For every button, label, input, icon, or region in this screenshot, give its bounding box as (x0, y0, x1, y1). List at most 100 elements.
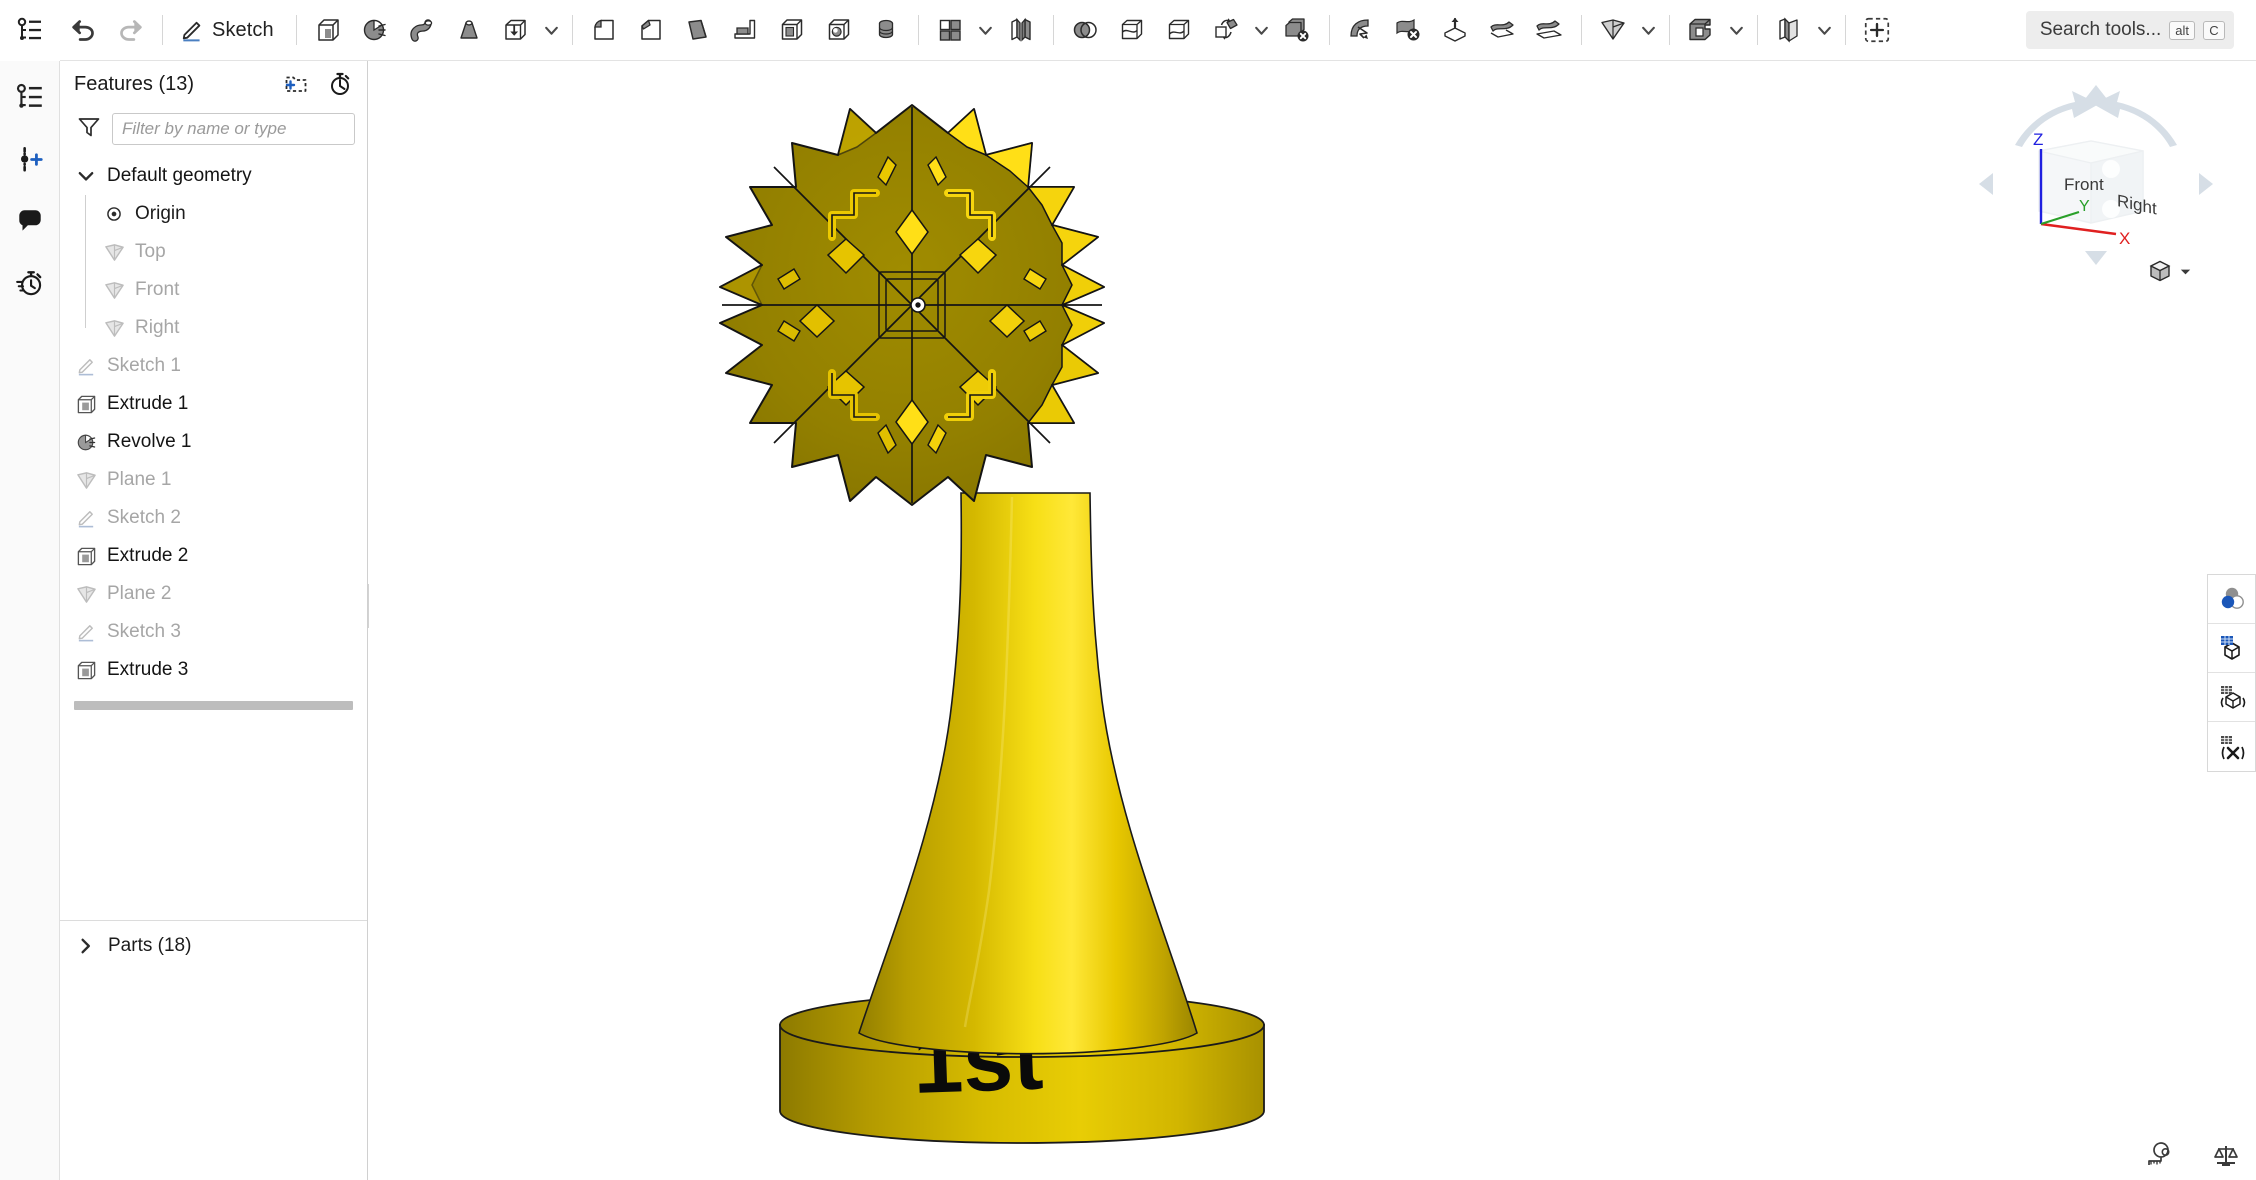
appearance-button[interactable] (2208, 575, 2255, 624)
derived-dropdown-caret[interactable] (1725, 6, 1749, 55)
tree-label-sketch-3: Sketch 3 (107, 621, 181, 642)
tree-item-extrude-3[interactable]: Extrude 3 (60, 651, 367, 689)
sheet-delete-tool-button[interactable] (1385, 6, 1432, 55)
mirror-tool-button[interactable] (998, 6, 1045, 55)
right-tool-strip (2207, 574, 2256, 772)
tree-item-right-plane[interactable]: Right (60, 309, 367, 347)
measure-button[interactable] (2140, 1138, 2180, 1174)
sheet-bend-tool-button[interactable] (1479, 6, 1526, 55)
tree-label-top: Top (135, 241, 166, 262)
search-shortcut-modifier: alt (2169, 20, 2195, 40)
tree-label-sketch-2: Sketch 2 (107, 507, 181, 528)
redo-button[interactable] (107, 6, 154, 55)
sheet-join-tool-button[interactable] (1526, 6, 1573, 55)
render-studio-button[interactable] (2208, 624, 2255, 673)
variable-add-icon (1865, 17, 1890, 43)
bottom-status-bar (2140, 1138, 2246, 1174)
view-orientation-button[interactable] (2146, 257, 2193, 285)
chevron-down-icon[interactable] (74, 164, 98, 188)
tree-guide-line (85, 309, 86, 328)
transform-dropdown-caret[interactable] (1250, 6, 1274, 55)
tree-guide-line (85, 271, 86, 309)
rail-feature-list-icon[interactable] (8, 75, 52, 119)
rollback-bar[interactable] (74, 701, 353, 710)
revolve-icon (74, 430, 98, 454)
tree-item-plane-2[interactable]: Plane 2 (60, 575, 367, 613)
viewcube-front-label[interactable]: Front (2064, 175, 2104, 194)
origin-point-marker[interactable] (910, 297, 926, 313)
hole-icon (829, 19, 850, 40)
tree-item-default-geometry[interactable]: Default geometry (60, 157, 367, 195)
curve-dropdown-caret[interactable] (1813, 6, 1837, 55)
rail-add-variable-icon[interactable] (8, 137, 52, 181)
transform-tool-button[interactable] (1203, 6, 1250, 55)
parts-section-header[interactable]: Parts (18) (60, 921, 367, 971)
toolbar-divider-7 (1580, 15, 1582, 45)
draft-tool-button[interactable] (675, 6, 722, 55)
tree-label-default-geometry: Default geometry (107, 165, 252, 186)
feature-filter-input[interactable] (112, 113, 355, 145)
search-tools-box[interactable]: Search tools... alt C (2025, 11, 2234, 49)
sheet-form-tool-button[interactable] (1432, 6, 1479, 55)
feature-panel: Features (13) Filter by name or type Def… (60, 61, 368, 1180)
tree-item-top-plane[interactable]: Top (60, 233, 367, 271)
analysis-button[interactable] (2208, 722, 2255, 771)
view-cube-widget[interactable]: Front Right Z Y X (1971, 79, 2221, 282)
tree-label-origin: Origin (135, 203, 186, 224)
pattern-tool-button[interactable] (927, 6, 974, 55)
tree-item-revolve-1[interactable]: Revolve 1 (60, 423, 367, 461)
revolve-tool-button[interactable] (352, 6, 399, 55)
tree-item-front-plane[interactable]: Front (60, 271, 367, 309)
rail-history-icon[interactable] (8, 261, 52, 305)
extrude-icon (74, 658, 98, 682)
tree-item-extrude-1[interactable]: Extrude 1 (60, 385, 367, 423)
sweep-tool-button[interactable] (399, 6, 446, 55)
plane-dropdown-caret[interactable] (1637, 6, 1661, 55)
chevron-right-icon[interactable] (74, 934, 98, 958)
graphics-canvas[interactable]: 1st Front Right Z Y X (369, 61, 2256, 1180)
curve-tool-button[interactable] (1766, 6, 1813, 55)
extrude-tool-button[interactable] (305, 6, 352, 55)
surface-split-tool-button[interactable] (1156, 6, 1203, 55)
rail-comments-icon[interactable] (8, 199, 52, 243)
chamfer-tool-button[interactable] (628, 6, 675, 55)
variable-tool-button[interactable] (1854, 6, 1901, 55)
sketch-button[interactable]: Sketch (171, 6, 288, 55)
mass-properties-button[interactable] (2206, 1138, 2246, 1174)
new-folder-button[interactable] (281, 69, 311, 99)
plane-icon (102, 278, 126, 302)
rib-tool-button[interactable] (722, 6, 769, 55)
sheet-flange-tool-button[interactable] (1338, 6, 1385, 55)
tree-label-front: Front (135, 279, 180, 300)
tree-item-origin[interactable]: Origin (60, 195, 367, 233)
hole-tool-button[interactable] (816, 6, 863, 55)
fillet-tool-button[interactable] (581, 6, 628, 55)
plane-tool-button[interactable] (1590, 6, 1637, 55)
tree-item-sketch-1[interactable]: Sketch 1 (60, 347, 367, 385)
undo-button[interactable] (60, 6, 107, 55)
trophy-star-head[interactable] (719, 104, 1105, 506)
tree-item-extrude-2[interactable]: Extrude 2 (60, 537, 367, 575)
shell-tool-button[interactable] (769, 6, 816, 55)
rollback-history-button[interactable] (325, 69, 355, 99)
feature-tree-spacer (60, 710, 367, 920)
simulation-button[interactable] (2208, 673, 2255, 722)
rib-icon (734, 19, 756, 39)
thicken-dropdown-caret[interactable] (540, 6, 564, 55)
toolbar-divider (162, 15, 163, 45)
tree-item-plane-1[interactable]: Plane 1 (60, 461, 367, 499)
filter-icon (76, 114, 102, 145)
thread-tool-button[interactable] (863, 6, 910, 55)
derived-tool-button[interactable] (1678, 6, 1725, 55)
loft-tool-button[interactable] (446, 6, 493, 55)
split-tool-button[interactable] (1109, 6, 1156, 55)
feature-list-tab-icon[interactable] (0, 0, 60, 61)
boolean-tool-button[interactable] (1062, 6, 1109, 55)
tree-item-sketch-2[interactable]: Sketch 2 (60, 499, 367, 537)
pattern-dropdown-caret[interactable] (974, 6, 998, 55)
appearance-icon (2221, 587, 2244, 609)
thicken-tool-button[interactable] (493, 6, 540, 55)
delete-part-tool-button[interactable] (1274, 6, 1321, 55)
tree-label-sketch-1: Sketch 1 (107, 355, 181, 376)
tree-item-sketch-3[interactable]: Sketch 3 (60, 613, 367, 651)
